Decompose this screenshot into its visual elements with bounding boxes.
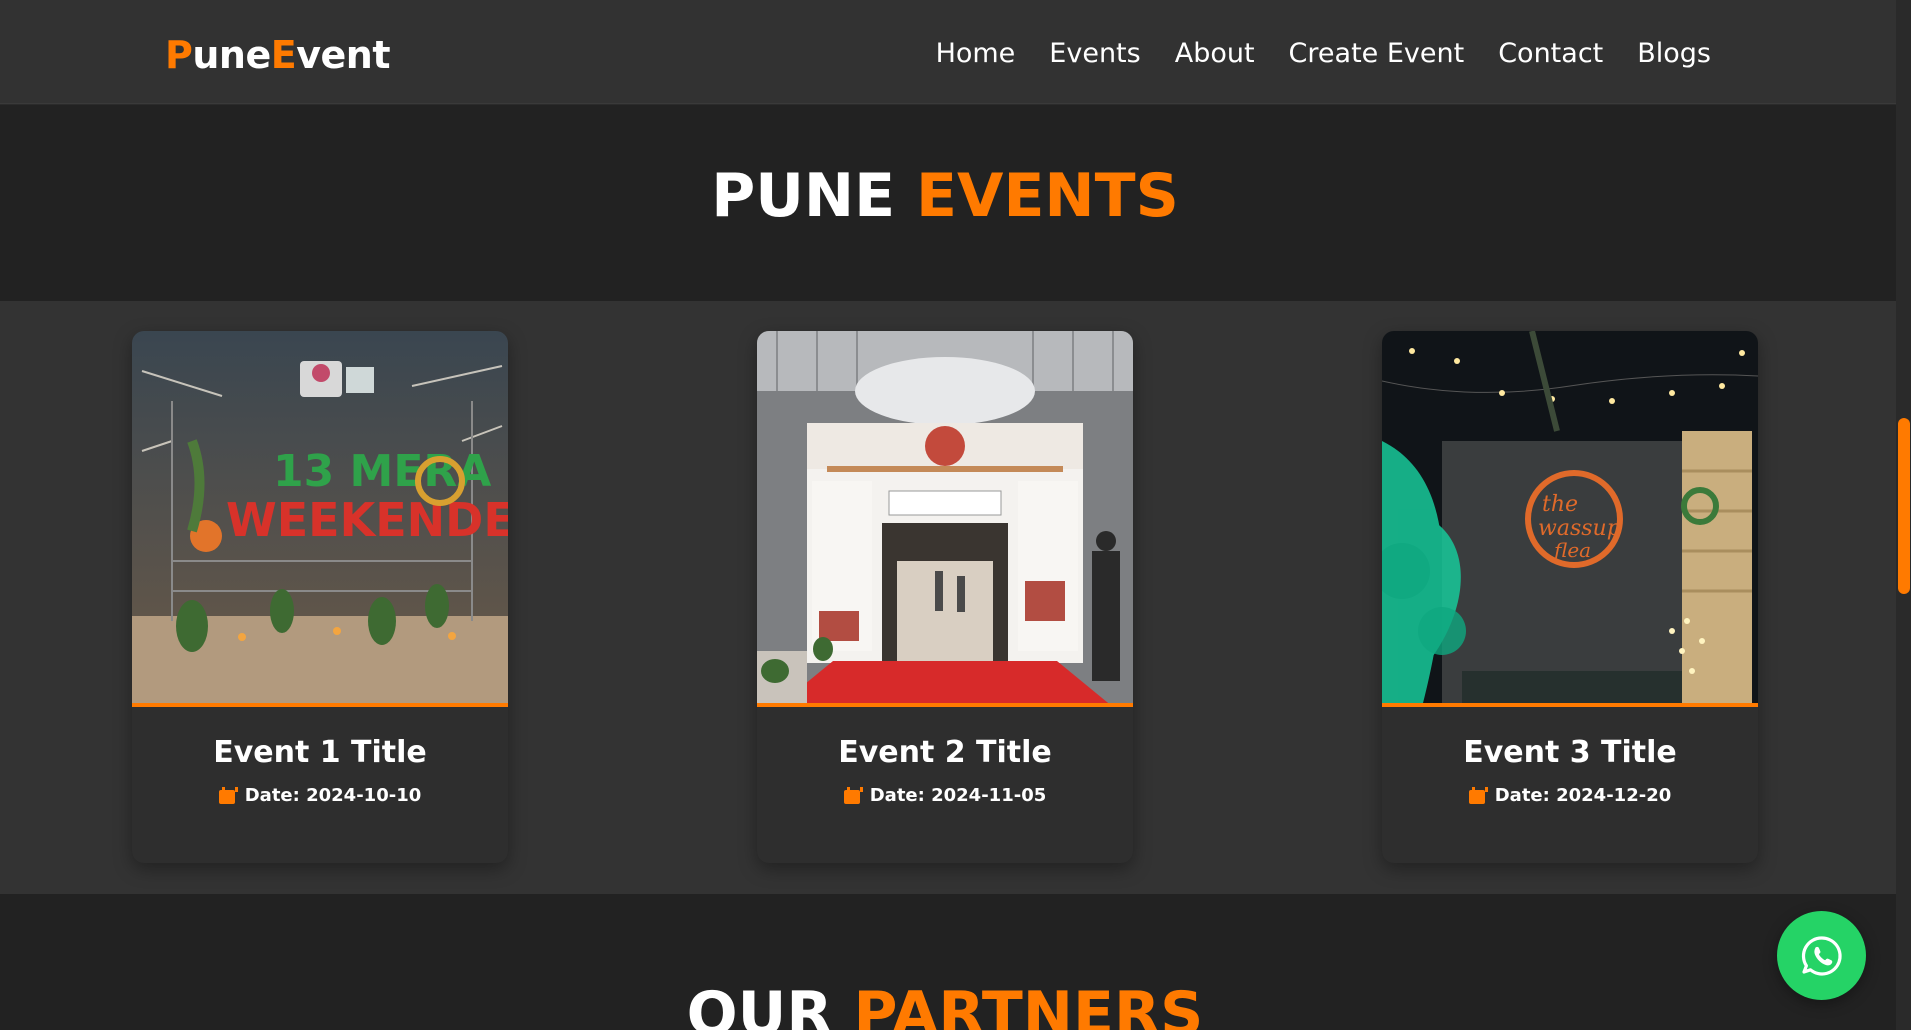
- whatsapp-button[interactable]: [1777, 911, 1866, 1000]
- nav-blogs-link[interactable]: Blogs: [1637, 36, 1711, 72]
- event-2-date-row: Date: 2024-11-05: [843, 785, 1047, 806]
- svg-text:WEEKENDER: WEEKENDER: [226, 493, 508, 547]
- scrollbar-track[interactable]: [1896, 0, 1911, 1030]
- partners-title: OUR PARTNERS: [0, 978, 1890, 1030]
- svg-text:flea: flea: [1552, 538, 1591, 562]
- event-1-date-row: Date: 2024-10-10: [218, 785, 422, 806]
- event-3-date: Date: 2024-12-20: [1494, 785, 1672, 806]
- site-logo[interactable]: PuneEvent: [165, 33, 390, 77]
- event-card-1[interactable]: 13 MERA WEEKENDER Event 1 Tit: [132, 331, 508, 863]
- partners-title-white: OUR: [686, 979, 854, 1030]
- page: PuneEvent Home Events About Create Event…: [0, 0, 1911, 1030]
- svg-text:the: the: [1542, 492, 1578, 517]
- logo-letter-e: E: [270, 33, 297, 77]
- calendar-icon: [218, 787, 238, 804]
- calendar-icon: [843, 787, 863, 804]
- event-2-title[interactable]: Event 2 Title: [757, 733, 1133, 773]
- logo-text-vent: vent: [296, 33, 390, 77]
- navbar: PuneEvent Home Events About Create Event…: [0, 0, 1896, 104]
- event-2-image[interactable]: [757, 331, 1133, 707]
- nav-events-link[interactable]: Events: [1049, 36, 1140, 72]
- logo-letter-p: P: [165, 33, 193, 77]
- event-1-image[interactable]: 13 MERA WEEKENDER: [132, 331, 508, 707]
- logo-text-une: une: [192, 33, 271, 77]
- page-title-accent: EVENTS: [916, 161, 1179, 231]
- nav-contact-link[interactable]: Contact: [1498, 36, 1603, 72]
- event-card-2[interactable]: Event 2 Title Date: 2024-11-05: [757, 331, 1133, 863]
- main-nav: Home Events About Create Event Contact B…: [936, 36, 1711, 72]
- event-3-title[interactable]: Event 3 Title: [1382, 733, 1758, 773]
- event-card-3[interactable]: the wassup flea Event 3 Title Date: 2024…: [1382, 331, 1758, 863]
- nav-create-event-link[interactable]: Create Event: [1289, 36, 1465, 72]
- event-3-body: Event 3 Title Date: 2024-12-20: [1382, 707, 1758, 808]
- page-title: PUNE EVENTS: [0, 160, 1890, 232]
- event-1-title[interactable]: Event 1 Title: [132, 733, 508, 773]
- page-title-white: PUNE: [711, 161, 917, 231]
- whatsapp-icon: [1801, 935, 1842, 976]
- partners-title-accent: PARTNERS: [853, 979, 1204, 1030]
- scrollbar-thumb[interactable]: [1898, 418, 1910, 594]
- event-1-date: Date: 2024-10-10: [244, 785, 422, 806]
- nav-about-link[interactable]: About: [1175, 36, 1255, 72]
- event-3-image[interactable]: the wassup flea: [1382, 331, 1758, 707]
- event-2-date: Date: 2024-11-05: [869, 785, 1047, 806]
- nav-home-link[interactable]: Home: [936, 36, 1016, 72]
- event-3-date-row: Date: 2024-12-20: [1468, 785, 1672, 806]
- calendar-icon: [1468, 787, 1488, 804]
- event-1-body: Event 1 Title Date: 2024-10-10: [132, 707, 508, 808]
- event-2-body: Event 2 Title Date: 2024-11-05: [757, 707, 1133, 808]
